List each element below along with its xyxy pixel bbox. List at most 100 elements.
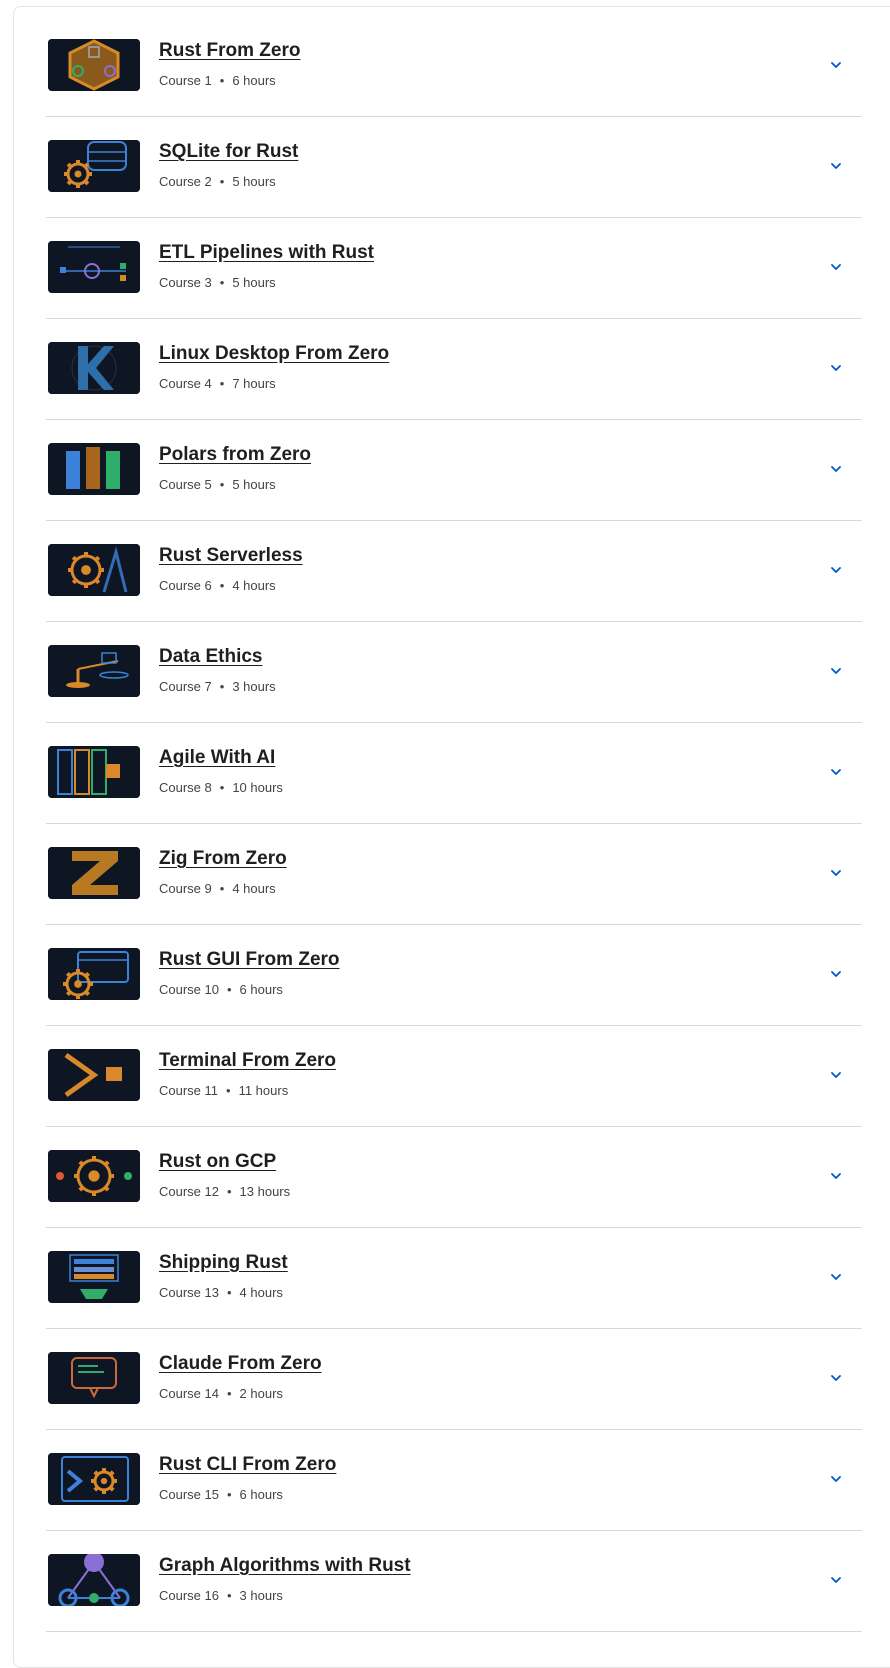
- course-row-polars-from-zero[interactable]: Polars from Zero Course 5 • 5 hours: [46, 420, 862, 521]
- cli-window-gear-icon: [48, 1453, 140, 1505]
- course-title[interactable]: Rust GUI From Zero: [159, 949, 340, 971]
- course-row-rust-on-gcp[interactable]: Rust on GCP Course 12 • 13 hours: [46, 1127, 862, 1228]
- course-number: Course 8: [159, 780, 212, 795]
- meta-separator: •: [219, 578, 225, 593]
- course-row-shipping-rust[interactable]: Shipping Rust Course 13 • 4 hours: [46, 1228, 862, 1329]
- chevron-down-icon[interactable]: [828, 764, 844, 780]
- course-meta: Course 5 • 5 hours: [159, 477, 276, 492]
- course-title[interactable]: Data Ethics: [159, 646, 262, 668]
- course-number: Course 2: [159, 174, 212, 189]
- course-meta: Course 3 • 5 hours: [159, 275, 276, 290]
- course-row-linux-desktop-from-zero[interactable]: Linux Desktop From Zero Course 4 • 7 hours: [46, 319, 862, 420]
- meta-separator: •: [219, 477, 225, 492]
- columns-icon: [48, 443, 140, 495]
- course-title[interactable]: Rust From Zero: [159, 40, 300, 62]
- zig-bolt-thumbnail: [48, 847, 140, 899]
- zig-bolt-icon: [48, 847, 140, 899]
- course-row-rust-gui-from-zero[interactable]: Rust GUI From Zero Course 10 • 6 hours: [46, 925, 862, 1026]
- course-row-rust-from-zero[interactable]: Rust From Zero Course 1 • 6 hours: [46, 16, 862, 117]
- meta-separator: •: [226, 1285, 232, 1300]
- course-row-zig-from-zero[interactable]: Zig From Zero Course 9 • 4 hours: [46, 824, 862, 925]
- course-row-agile-with-ai[interactable]: Agile With AI Course 8 • 10 hours: [46, 723, 862, 824]
- course-meta: Course 2 • 5 hours: [159, 174, 276, 189]
- course-row-etl-pipelines-with-rust[interactable]: ETL Pipelines with Rust Course 3 • 5 hours: [46, 218, 862, 319]
- course-title[interactable]: Graph Algorithms with Rust: [159, 1555, 411, 1577]
- course-title[interactable]: Terminal From Zero: [159, 1050, 336, 1072]
- course-row-sqlite-for-rust[interactable]: SQLite for Rust Course 2 • 5 hours: [46, 117, 862, 218]
- course-row-graph-algorithms-with-rust[interactable]: Graph Algorithms with Rust Course 16 • 3 h…: [46, 1531, 862, 1632]
- course-title[interactable]: Agile With AI: [159, 747, 275, 769]
- course-meta: Course 12 • 13 hours: [159, 1184, 290, 1199]
- course-title[interactable]: ETL Pipelines with Rust: [159, 242, 374, 264]
- course-number: Course 4: [159, 376, 212, 391]
- chevron-down-icon[interactable]: [828, 1269, 844, 1285]
- course-meta: Course 13 • 4 hours: [159, 1285, 283, 1300]
- window-gear-thumbnail: [48, 948, 140, 1000]
- chevron-down-icon[interactable]: [828, 1168, 844, 1184]
- course-title[interactable]: Shipping Rust: [159, 1252, 288, 1274]
- course-row-data-ethics[interactable]: Data Ethics Course 7 • 3 hours: [46, 622, 862, 723]
- course-number: Course 13: [159, 1285, 219, 1300]
- course-number: Course 10: [159, 982, 219, 997]
- meta-separator: •: [226, 982, 232, 997]
- chevron-down-icon[interactable]: [828, 158, 844, 174]
- course-row-claude-from-zero[interactable]: Claude From Zero Course 14 • 2 hours: [46, 1329, 862, 1430]
- course-duration: 3 hours: [232, 679, 276, 694]
- meta-separator: •: [226, 1588, 232, 1603]
- course-title[interactable]: Rust CLI From Zero: [159, 1454, 336, 1476]
- database-gear-thumbnail: [48, 140, 140, 192]
- balance-scale-thumbnail: [48, 645, 140, 697]
- meta-separator: •: [219, 881, 225, 896]
- course-title[interactable]: Polars from Zero: [159, 444, 311, 466]
- chevron-down-icon[interactable]: [828, 1370, 844, 1386]
- course-title[interactable]: Zig From Zero: [159, 848, 287, 870]
- chevron-down-icon[interactable]: [828, 360, 844, 376]
- course-meta: Course 6 • 4 hours: [159, 578, 276, 593]
- course-title[interactable]: Rust on GCP: [159, 1151, 276, 1173]
- terminal-prompt-thumbnail: [48, 1049, 140, 1101]
- course-duration: 4 hours: [239, 1285, 283, 1300]
- course-meta: Course 14 • 2 hours: [159, 1386, 283, 1401]
- terminal-prompt-icon: [48, 1049, 140, 1101]
- chevron-down-icon[interactable]: [828, 966, 844, 982]
- course-duration: 3 hours: [239, 1588, 283, 1603]
- chevron-down-icon[interactable]: [828, 865, 844, 881]
- meta-separator: •: [226, 1487, 232, 1502]
- chevron-down-icon[interactable]: [828, 562, 844, 578]
- course-row-terminal-from-zero[interactable]: Terminal From Zero Course 11 • 11 hours: [46, 1026, 862, 1127]
- course-number: Course 1: [159, 73, 212, 88]
- letter-k-thumbnail: [48, 342, 140, 394]
- course-row-rust-cli-from-zero[interactable]: Rust CLI From Zero Course 15 • 6 hours: [46, 1430, 862, 1531]
- chat-bubble-thumbnail: [48, 1352, 140, 1404]
- course-title[interactable]: Rust Serverless: [159, 545, 303, 567]
- chevron-down-icon[interactable]: [828, 1471, 844, 1487]
- course-meta: Course 11 • 11 hours: [159, 1083, 288, 1098]
- stack-package-thumbnail: [48, 1251, 140, 1303]
- course-duration: 6 hours: [239, 982, 283, 997]
- course-title[interactable]: SQLite for Rust: [159, 141, 298, 163]
- course-number: Course 15: [159, 1487, 219, 1502]
- chevron-down-icon[interactable]: [828, 57, 844, 73]
- hexagon-gear-icon: [48, 39, 140, 91]
- gear-nodes-thumbnail: [48, 1150, 140, 1202]
- window-gear-icon: [48, 948, 140, 1000]
- chevron-down-icon[interactable]: [828, 1572, 844, 1588]
- course-number: Course 7: [159, 679, 212, 694]
- course-number: Course 16: [159, 1588, 219, 1603]
- gear-nodes-icon: [48, 1150, 140, 1202]
- course-row-rust-serverless[interactable]: Rust Serverless Course 6 • 4 hours: [46, 521, 862, 622]
- course-title[interactable]: Claude From Zero: [159, 1353, 322, 1375]
- course-duration: 5 hours: [232, 477, 276, 492]
- kanban-board-thumbnail: [48, 746, 140, 798]
- chevron-down-icon[interactable]: [828, 1067, 844, 1083]
- chevron-down-icon[interactable]: [828, 663, 844, 679]
- chevron-down-icon[interactable]: [828, 461, 844, 477]
- meta-separator: •: [226, 1184, 232, 1199]
- meta-separator: •: [219, 73, 225, 88]
- course-title[interactable]: Linux Desktop From Zero: [159, 343, 389, 365]
- chat-bubble-icon: [48, 1352, 140, 1404]
- meta-separator: •: [219, 275, 225, 290]
- meta-separator: •: [219, 376, 225, 391]
- course-number: Course 3: [159, 275, 212, 290]
- chevron-down-icon[interactable]: [828, 259, 844, 275]
